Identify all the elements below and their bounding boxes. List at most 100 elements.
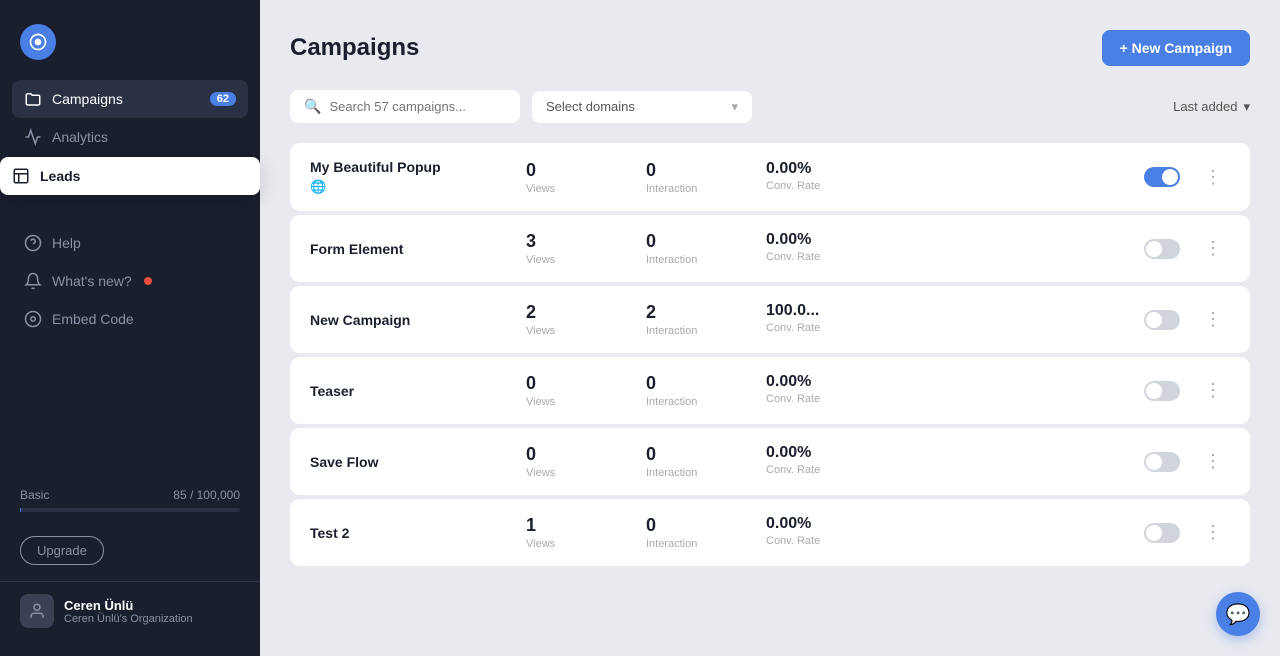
new-campaign-button[interactable]: + New Campaign [1102,30,1250,66]
interaction-value: 0 [646,160,706,181]
campaign-toggle[interactable] [1144,167,1180,187]
interaction-value: 0 [646,231,706,252]
conv-rate-stat: 0.00% Conv. Rate [766,231,826,266]
campaigns-badge: 62 [210,92,236,106]
campaign-name: Test 2 [310,525,510,541]
plan-label: Basic [20,488,49,502]
sidebar-item-campaigns[interactable]: Campaigns 62 [12,80,248,118]
sidebar-item-label: Campaigns [52,91,123,107]
campaign-toggle[interactable] [1144,523,1180,543]
toggle-knob [1146,241,1162,257]
bell-icon [24,272,42,290]
more-options-button[interactable]: ⋮ [1196,518,1230,547]
user-section: Ceren Ünlü Ceren Ünlü's Organization [0,581,260,640]
campaign-name: Save Flow [310,454,510,470]
interaction-stat: 0 Interaction [646,515,706,550]
stats-group: 2 Views 2 Interaction 100.0... Conv. Rat… [526,302,1128,337]
conv-rate-value: 0.00% [766,444,826,462]
views-stat: 0 Views [526,160,586,195]
interaction-stat: 2 Interaction [646,302,706,337]
sidebar-item-label: What's new? [52,273,132,289]
search-box[interactable]: 🔍 [290,90,520,123]
views-label: Views [526,254,586,266]
chat-bubble[interactable]: 💬 [1216,592,1260,636]
interaction-label: Interaction [646,325,706,337]
table-row: Form Element 3 Views 0 Interaction 0.00%… [290,215,1250,282]
more-options-button[interactable]: ⋮ [1196,305,1230,334]
sort-label: Last added [1173,99,1237,114]
views-value: 0 [526,160,586,181]
campaign-toggle[interactable] [1144,452,1180,472]
campaign-name-cell: Test 2 [310,525,510,541]
interaction-label: Interaction [646,538,706,550]
stats-group: 0 Views 0 Interaction 0.00% Conv. Rate [526,444,1128,479]
campaign-name-cell: My Beautiful Popup 🌐 [310,159,510,195]
logo[interactable] [0,16,260,80]
main-header: Campaigns + New Campaign [290,30,1250,66]
interaction-stat: 0 Interaction [646,231,706,266]
search-input[interactable] [329,99,506,114]
sidebar-item-label: Help [52,235,81,251]
sidebar-item-whats-new[interactable]: What's new? [12,262,248,300]
user-name: Ceren Ünlü [64,598,193,613]
conv-rate-stat: 0.00% Conv. Rate [766,515,826,550]
embed-icon [24,310,42,328]
more-options-button[interactable]: ⋮ [1196,163,1230,192]
table-row: My Beautiful Popup 🌐 0 Views 0 Interacti… [290,143,1250,211]
campaign-toggle[interactable] [1144,310,1180,330]
campaign-toggle[interactable] [1144,239,1180,259]
sidebar-item-help[interactable]: Help [12,224,248,262]
interaction-stat: 0 Interaction [646,160,706,195]
views-label: Views [526,183,586,195]
views-stat: 1 Views [526,515,586,550]
table-row: Save Flow 0 Views 0 Interaction 0.00% Co… [290,428,1250,495]
sort-button[interactable]: Last added ▾ [1173,99,1250,115]
upgrade-button[interactable]: Upgrade [20,536,104,565]
chart-icon [24,128,42,146]
sidebar-item-analytics[interactable]: Analytics [12,118,248,156]
sidebar-item-embed-code[interactable]: Embed Code [12,300,248,338]
page-title: Campaigns [290,34,419,62]
more-options-button[interactable]: ⋮ [1196,376,1230,405]
campaign-list: My Beautiful Popup 🌐 0 Views 0 Interacti… [290,143,1250,566]
search-icon: 🔍 [304,98,321,115]
views-label: Views [526,467,586,479]
domain-select[interactable]: Select domains ▾ [532,91,752,123]
plan-section: Basic 85 / 100,000 [0,472,260,528]
interaction-stat: 0 Interaction [646,444,706,479]
stats-group: 0 Views 0 Interaction 0.00% Conv. Rate [526,373,1128,408]
conv-rate-stat: 0.00% Conv. Rate [766,373,826,408]
leads-label: Leads [40,168,80,184]
campaign-toggle[interactable] [1144,381,1180,401]
views-value: 2 [526,302,586,323]
views-value: 3 [526,231,586,252]
filters-row: 🔍 Select domains ▾ Last added ▾ [290,90,1250,123]
conv-rate-label: Conv. Rate [766,251,826,263]
table-row: Test 2 1 Views 0 Interaction 0.00% Conv.… [290,499,1250,566]
more-options-button[interactable]: ⋮ [1196,234,1230,263]
interaction-stat: 0 Interaction [646,373,706,408]
folder-icon [24,90,42,108]
chevron-down-icon: ▾ [731,99,738,115]
toggle-knob [1146,383,1162,399]
sidebar-item-leads[interactable]: Leads Leads [12,158,248,194]
campaign-name-cell: Form Element [310,241,510,257]
campaign-name-cell: Save Flow [310,454,510,470]
conv-rate-label: Conv. Rate [766,464,826,476]
sort-chevron-icon: ▾ [1243,99,1250,115]
toggle-knob [1146,454,1162,470]
interaction-label: Interaction [646,467,706,479]
conv-rate-label: Conv. Rate [766,393,826,405]
sidebar-item-label: Analytics [52,129,108,145]
views-stat: 0 Views [526,373,586,408]
conv-rate-label: Conv. Rate [766,180,826,192]
conv-rate-value: 0.00% [766,373,826,391]
nav-section: Campaigns 62 Analytics Leads Leads [0,80,260,472]
stats-group: 3 Views 0 Interaction 0.00% Conv. Rate [526,231,1128,266]
toggle-knob [1146,312,1162,328]
stats-group: 0 Views 0 Interaction 0.00% Conv. Rate [526,160,1128,195]
chat-icon: 💬 [1226,602,1251,627]
table-row: Teaser 0 Views 0 Interaction 0.00% Conv.… [290,357,1250,424]
more-options-button[interactable]: ⋮ [1196,447,1230,476]
conv-rate-stat: 100.0... Conv. Rate [766,302,826,337]
